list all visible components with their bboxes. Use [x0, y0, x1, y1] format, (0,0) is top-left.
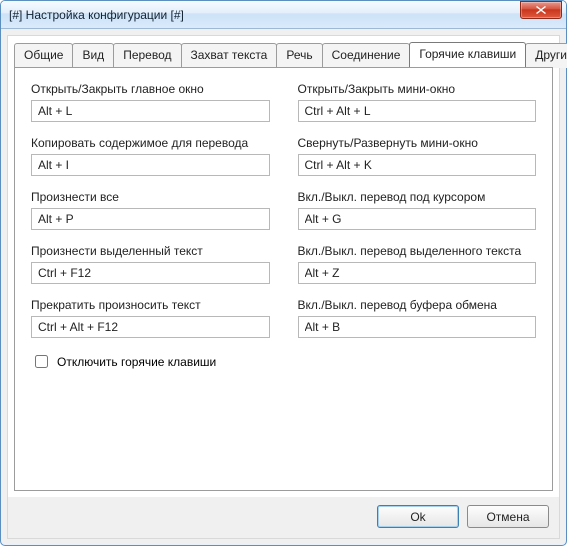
- close-button[interactable]: [520, 1, 562, 19]
- dialog-buttons: Ok Отмена: [8, 497, 559, 538]
- label-selection-translate: Вкл./Выкл. перевод выделенного текста: [298, 244, 537, 258]
- input-stop-speak[interactable]: [31, 316, 270, 338]
- input-clipboard-translate[interactable]: [298, 316, 537, 338]
- tab-other[interactable]: Другие: [525, 43, 567, 68]
- field-stop-speak: Прекратить произносить текст: [31, 298, 270, 338]
- input-cursor-translate[interactable]: [298, 208, 537, 230]
- ok-label: Ok: [410, 510, 425, 524]
- field-cursor-translate: Вкл./Выкл. перевод под курсором: [298, 190, 537, 230]
- input-speak-all[interactable]: [31, 208, 270, 230]
- tab-capture[interactable]: Захват текста: [181, 43, 278, 68]
- label-cursor-translate: Вкл./Выкл. перевод под курсором: [298, 190, 537, 204]
- cancel-button[interactable]: Отмена: [467, 505, 549, 528]
- tab-label: Соединение: [332, 48, 401, 62]
- close-icon: [536, 6, 546, 14]
- tab-label: Захват текста: [191, 48, 268, 62]
- field-clipboard-translate: Вкл./Выкл. перевод буфера обмена: [298, 298, 537, 338]
- input-copy-translate[interactable]: [31, 154, 270, 176]
- disable-hotkeys-checkbox[interactable]: [35, 355, 48, 368]
- ok-button[interactable]: Ok: [377, 505, 459, 528]
- tab-view[interactable]: Вид: [72, 43, 114, 68]
- field-open-mini: Открыть/Закрыть мини-окно: [298, 82, 537, 122]
- tab-label: Другие: [535, 48, 567, 62]
- label-clipboard-translate: Вкл./Выкл. перевод буфера обмена: [298, 298, 537, 312]
- client-area: Общие Вид Перевод Захват текста Речь Сое…: [7, 35, 560, 539]
- label-stop-speak: Прекратить произносить текст: [31, 298, 270, 312]
- window-title: [#] Настройка конфигурации [#]: [9, 8, 520, 22]
- tab-panel-hotkeys: Открыть/Закрыть главное окно Открыть/Зак…: [14, 67, 553, 491]
- field-speak-selection: Произнести выделенный текст: [31, 244, 270, 284]
- tab-label: Речь: [286, 48, 312, 62]
- tab-hotkeys[interactable]: Горячие клавиши: [409, 42, 526, 67]
- tab-connection[interactable]: Соединение: [322, 43, 411, 68]
- field-selection-translate: Вкл./Выкл. перевод выделенного текста: [298, 244, 537, 284]
- disable-hotkeys-label: Отключить горячие клавиши: [57, 355, 216, 369]
- dialog-window: [#] Настройка конфигурации [#] Общие Вид…: [0, 0, 567, 546]
- cancel-label: Отмена: [486, 510, 529, 524]
- tabs-bar: Общие Вид Перевод Захват текста Речь Сое…: [8, 36, 559, 67]
- tab-label: Вид: [82, 48, 104, 62]
- tab-translate[interactable]: Перевод: [113, 43, 181, 68]
- field-toggle-mini: Свернуть/Развернуть мини-окно: [298, 136, 537, 176]
- field-copy-translate: Копировать содержимое для перевода: [31, 136, 270, 176]
- input-selection-translate[interactable]: [298, 262, 537, 284]
- input-open-mini[interactable]: [298, 100, 537, 122]
- field-open-main: Открыть/Закрыть главное окно: [31, 82, 270, 122]
- label-speak-selection: Произнести выделенный текст: [31, 244, 270, 258]
- label-copy-translate: Копировать содержимое для перевода: [31, 136, 270, 150]
- label-open-mini: Открыть/Закрыть мини-окно: [298, 82, 537, 96]
- disable-hotkeys-row: Отключить горячие клавиши: [31, 352, 536, 371]
- input-toggle-mini[interactable]: [298, 154, 537, 176]
- tab-label: Общие: [24, 48, 63, 62]
- tab-label: Перевод: [123, 48, 171, 62]
- label-toggle-mini: Свернуть/Развернуть мини-окно: [298, 136, 537, 150]
- tab-speech[interactable]: Речь: [276, 43, 322, 68]
- label-speak-all: Произнести все: [31, 190, 270, 204]
- label-open-main: Открыть/Закрыть главное окно: [31, 82, 270, 96]
- tab-general[interactable]: Общие: [14, 43, 73, 68]
- input-speak-selection[interactable]: [31, 262, 270, 284]
- titlebar: [#] Настройка конфигурации [#]: [1, 1, 566, 29]
- hotkeys-grid: Открыть/Закрыть главное окно Открыть/Зак…: [31, 82, 536, 346]
- input-open-main[interactable]: [31, 100, 270, 122]
- tab-label: Горячие клавиши: [419, 47, 516, 61]
- field-speak-all: Произнести все: [31, 190, 270, 230]
